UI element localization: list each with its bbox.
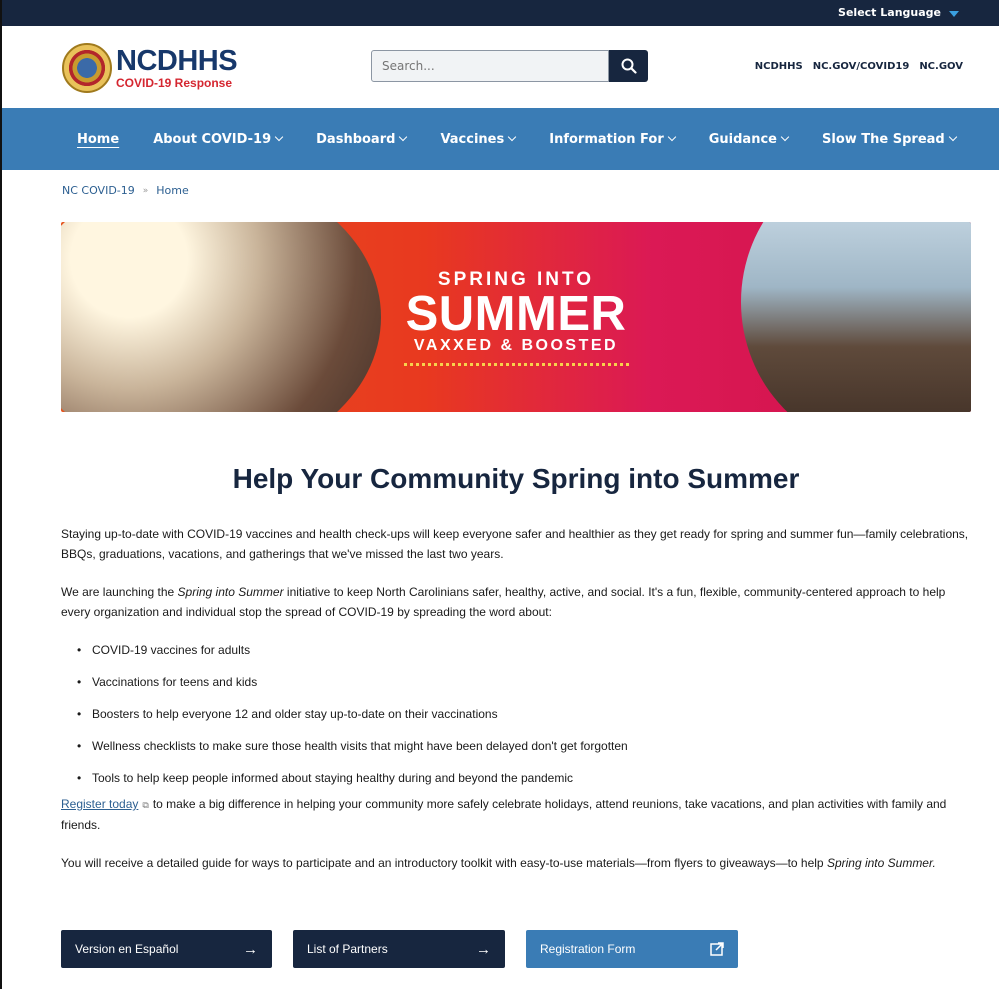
page-frame: Select Language NCDHHS COVID-19 Response… [0, 0, 999, 989]
register-text: to make a big difference in helping your… [61, 797, 947, 832]
breadcrumb-separator: » [142, 185, 149, 196]
list-item: Wellness checklists to make sure those h… [77, 736, 971, 756]
breadcrumb-parent[interactable]: NC COVID-19 [62, 184, 135, 197]
search-button[interactable] [609, 50, 648, 82]
hero-line-2: SUMMER [405, 287, 627, 341]
list-item: Vaccinations for teens and kids [77, 672, 971, 692]
button-label: List of Partners [307, 942, 388, 956]
button-label: Version en Español [75, 942, 179, 956]
site-header: NCDHHS COVID-19 Response NCDHHS NC.GOV/C… [2, 26, 999, 108]
chevron-down-icon [399, 132, 408, 142]
dotted-divider [403, 363, 629, 366]
initiative-paragraph: We are launching the Spring into Summer … [61, 582, 971, 622]
guide-text: You will receive a detailed guide for wa… [61, 856, 827, 870]
list-of-partners-button[interactable]: List of Partners → [293, 930, 505, 968]
ncdhhs-logo[interactable]: NCDHHS COVID-19 Response [62, 43, 238, 93]
family-photo [61, 222, 381, 412]
nav-label: About COVID-19 [153, 131, 272, 147]
register-today-link[interactable]: Register today [61, 797, 138, 811]
search-icon [621, 58, 637, 74]
nav-slow-the-spread[interactable]: Slow The Spread [822, 131, 957, 147]
link-nc-gov[interactable]: NC.GOV [919, 61, 963, 72]
intro-paragraph: Staying up-to-date with COVID-19 vaccine… [61, 527, 969, 561]
link-nc-gov-covid19[interactable]: NC.GOV/COVID19 [813, 61, 910, 72]
nc-seal-icon [62, 43, 112, 93]
external-link-icon [710, 942, 724, 956]
nav-label: Guidance [708, 131, 777, 147]
nav-home[interactable]: Home [77, 132, 119, 147]
nav-label: Slow The Spread [822, 131, 945, 147]
logo-title: NCDHHS [116, 45, 238, 77]
search-input[interactable] [371, 50, 609, 82]
list-item: COVID-19 vaccines for adults [77, 640, 971, 660]
nav-label: Information For [549, 131, 664, 147]
utility-bar: Select Language [2, 0, 999, 26]
beach-family-photo [741, 222, 971, 412]
breadcrumb-current[interactable]: Home [156, 184, 188, 197]
main-content: Staying up-to-date with COVID-19 vaccine… [61, 524, 971, 891]
language-label: Select Language [838, 6, 941, 19]
external-link-icon: ⧉ [142, 800, 149, 810]
initiative-name: Spring into Summer [177, 585, 284, 599]
nav-label: Home [77, 131, 120, 147]
arrow-right-icon: → [243, 940, 258, 958]
guide-paragraph: You will receive a detailed guide for wa… [61, 853, 971, 873]
spanish-version-button[interactable]: Version en Español → [61, 930, 272, 968]
list-item: Tools to help keep people informed about… [77, 768, 971, 788]
guide-emphasis: Spring into Summer. [826, 856, 936, 870]
main-nav: Home About COVID-19 Dashboard Vaccines I… [2, 108, 999, 170]
hero-banner: SPRING INTO SUMMER VAXXED & BOOSTED [61, 222, 971, 412]
nav-label: Dashboard [316, 131, 396, 147]
button-label: Registration Form [540, 942, 636, 956]
logo-subtitle: COVID-19 Response [116, 76, 233, 90]
breadcrumb: NC COVID-19 » Home [62, 184, 189, 197]
nav-information-for[interactable]: Information For [549, 131, 676, 147]
topic-list: COVID-19 vaccines for adults Vaccination… [77, 640, 971, 788]
registration-form-button[interactable]: Registration Form [526, 930, 738, 968]
list-item: Boosters to help everyone 12 and older s… [77, 704, 971, 724]
link-ncdhhs[interactable]: NCDHHS [755, 61, 803, 72]
chevron-down-icon [274, 132, 284, 142]
nav-dashboard[interactable]: Dashboard [316, 131, 408, 147]
chevron-down-icon [948, 132, 957, 142]
chevron-down-icon [780, 132, 790, 142]
hero-line-3: VAXXED & BOOSTED [413, 337, 619, 354]
initiative-text-pre: We are launching the [61, 585, 178, 599]
language-selector[interactable]: Select Language [838, 6, 959, 19]
nav-label: Vaccines [440, 131, 505, 147]
top-links: NCDHHS NC.GOV/COVID19 NC.GOV [755, 61, 963, 72]
action-buttons: Version en Español → List of Partners → … [61, 930, 738, 968]
page-title: Help Your Community Spring into Summer [232, 463, 800, 494]
search-bar [371, 50, 648, 82]
register-paragraph: Register today ⧉ to make a big difference … [61, 794, 971, 835]
arrow-right-icon: → [476, 940, 491, 958]
nav-guidance[interactable]: Guidance [708, 131, 790, 147]
caret-down-icon [949, 10, 959, 17]
nav-about-covid19[interactable]: About COVID-19 [153, 131, 284, 147]
chevron-down-icon [667, 132, 676, 142]
nav-vaccines[interactable]: Vaccines [440, 131, 517, 147]
hero-headline: SPRING INTO SUMMER VAXXED & BOOSTED [351, 269, 681, 366]
chevron-down-icon [508, 132, 517, 142]
